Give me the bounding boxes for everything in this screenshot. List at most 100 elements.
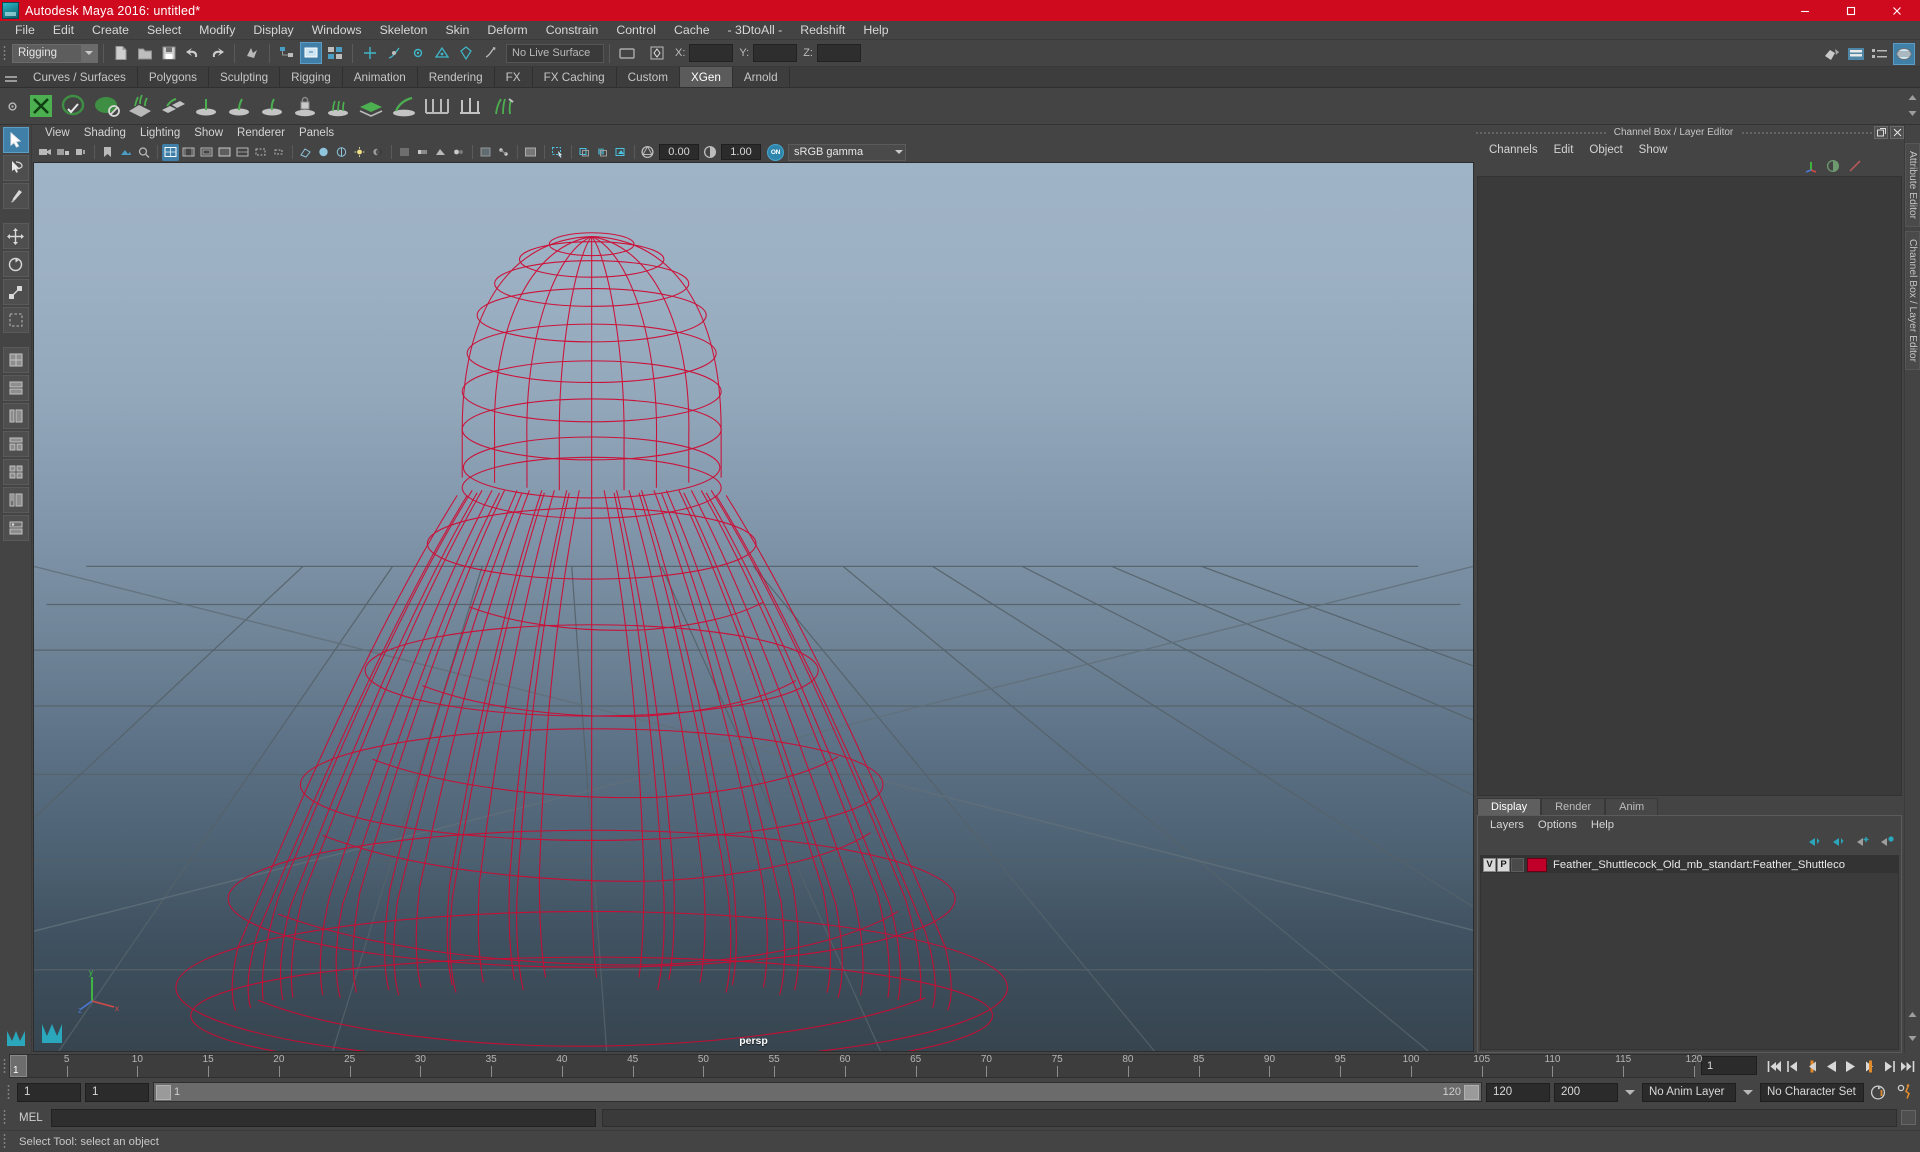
output-channels-icon[interactable] [1848,159,1862,178]
xgen-sculpt-guide-icon[interactable] [223,91,254,122]
viewport-menu-view[interactable]: View [38,125,77,142]
show-hide-modeling-toolkit-icon[interactable] [1821,43,1843,65]
hypershade-persp-layout[interactable] [2,515,29,541]
grid-toggle-icon[interactable] [162,143,179,161]
show-hide-channel-box-icon[interactable] [1893,42,1915,65]
range-slider-bar[interactable]: 1 120 [153,1082,1482,1102]
scale-tool[interactable] [2,279,29,305]
shelf-tab-arnold[interactable]: Arnold [732,67,790,87]
menu-help[interactable]: Help [854,21,897,40]
xray-icon[interactable] [477,144,494,161]
animation-end-field[interactable]: 200 [1554,1082,1618,1102]
help-line-grip[interactable] [0,1131,9,1152]
channel-box-content[interactable] [1477,176,1902,796]
status-line-grip[interactable] [0,40,9,66]
xgen-patches-icon[interactable] [157,91,188,122]
exposure-icon[interactable] [639,144,656,161]
playback-end-field[interactable]: 120 [1486,1082,1550,1102]
animation-preferences-icon[interactable] [1894,1083,1916,1101]
shelf-scroll-up-icon[interactable] [1906,90,1918,104]
tab-render[interactable]: Render [1541,798,1606,815]
snap-to-point-icon[interactable] [407,42,429,64]
new-scene-icon[interactable] [110,42,132,64]
select-by-component-icon[interactable] [324,42,346,64]
menu-constrain[interactable]: Constrain [537,21,608,40]
xgen-clump-icon[interactable] [487,91,518,122]
character-set-chevron-icon[interactable] [1743,1089,1753,1095]
xgen-add-guide-icon[interactable] [190,91,221,122]
gamma-icon[interactable] [701,144,718,161]
construction-history-icon[interactable] [616,42,638,64]
shelf-tab-rigging[interactable]: Rigging [280,67,343,87]
xgen-region-icon[interactable] [421,91,452,122]
color-management-toggle[interactable]: ON [767,143,784,161]
vertical-tab-attribute-editor[interactable]: Attribute Editor [1905,143,1920,228]
playback-start-field[interactable]: 1 [85,1082,149,1102]
range-start-handle[interactable] [156,1084,171,1100]
scroll-up-icon[interactable] [1908,1005,1917,1023]
show-hide-attribute-editor-icon[interactable] [1845,43,1867,65]
rotate-tool[interactable] [2,251,29,277]
character-set-selector[interactable]: No Character Set [1760,1082,1864,1102]
shelf-tab-rendering[interactable]: Rendering [417,67,495,87]
auto-keyframe-icon[interactable] [1868,1084,1890,1101]
menu-skin[interactable]: Skin [436,21,478,40]
vertical-tab-channel-box[interactable]: Channel Box / Layer Editor [1905,231,1920,371]
maximize-button[interactable] [1828,0,1874,21]
step-forward-frame-icon[interactable] [1860,1056,1878,1076]
select-by-object-icon[interactable] [300,42,322,64]
xgen-layer-icon[interactable] [355,91,386,122]
tab-anim[interactable]: Anim [1605,798,1659,815]
time-slider-grip[interactable] [0,1053,9,1079]
shelf-tab-animation[interactable]: Animation [342,67,418,87]
range-slider-grip[interactable] [4,1079,13,1105]
select-marquee-icon[interactable] [549,144,566,161]
move-layer-down-icon[interactable] [1832,835,1847,853]
persp-outliner-layout[interactable] [2,487,29,513]
live-surface-field[interactable]: No Live Surface [506,43,604,63]
depth-of-field-icon[interactable] [450,144,467,161]
bookmarks-icon[interactable] [99,144,116,161]
shelf-tab-fx[interactable]: FX [494,67,533,87]
smooth-shade-all-icon[interactable] [333,144,350,161]
image-plane-icon[interactable] [117,144,134,161]
channel-box-menu-show[interactable]: Show [1631,140,1676,160]
step-back-keyframe-icon[interactable] [1784,1056,1802,1076]
safe-title-icon[interactable] [270,144,287,161]
film-gate-icon[interactable] [180,144,197,161]
shelf-tab-xgen[interactable]: XGen [679,67,733,87]
drag-dots[interactable] [1475,129,1606,136]
command-output[interactable] [601,1108,1897,1127]
save-scene-icon[interactable] [158,42,180,64]
menu-3dtoall[interactable]: - 3DtoAll - [719,21,792,40]
open-scene-icon[interactable] [134,42,156,64]
gate-mask-icon[interactable] [216,144,233,161]
screen-space-ao-icon[interactable] [396,144,413,161]
snap-to-view-plane-icon[interactable] [455,42,477,64]
camera-attributes-icon[interactable] [72,144,89,161]
play-backwards-icon[interactable] [1822,1056,1840,1076]
script-editor-icon[interactable] [1901,1110,1916,1125]
layer-playback-toggle[interactable]: P [1497,857,1510,872]
motion-blur-icon[interactable] [414,144,431,161]
xgen-create-description-icon[interactable] [58,91,89,122]
gamma-field[interactable]: 1.00 [721,144,761,160]
two-pane-stacked-layout[interactable] [2,403,29,429]
menu-skeleton[interactable]: Skeleton [371,21,437,40]
menu-control[interactable]: Control [607,21,665,40]
xgen-move-guide-icon[interactable] [256,91,287,122]
shelf-handle-icon[interactable] [0,67,22,87]
xray-joints-icon[interactable] [495,144,512,161]
layer-row[interactable]: V P Feather_Shuttlecock_Old_mb_standart:… [1481,856,1898,873]
menu-file[interactable]: File [6,21,44,40]
anim-layer-chevron-icon[interactable] [1625,1089,1635,1095]
move-layer-up-icon[interactable] [1808,835,1823,853]
layer-menu-help[interactable]: Help [1584,816,1621,834]
menu-set-selector[interactable]: Rigging [12,43,98,63]
xgen-lock-guide-icon[interactable] [289,91,320,122]
safe-action-icon[interactable] [252,144,269,161]
no-texture-icon[interactable] [576,144,593,161]
viewport-menu-lighting[interactable]: Lighting [133,125,187,142]
menu-windows[interactable]: Windows [303,21,371,40]
xgen-create-palette-icon[interactable] [91,91,122,122]
